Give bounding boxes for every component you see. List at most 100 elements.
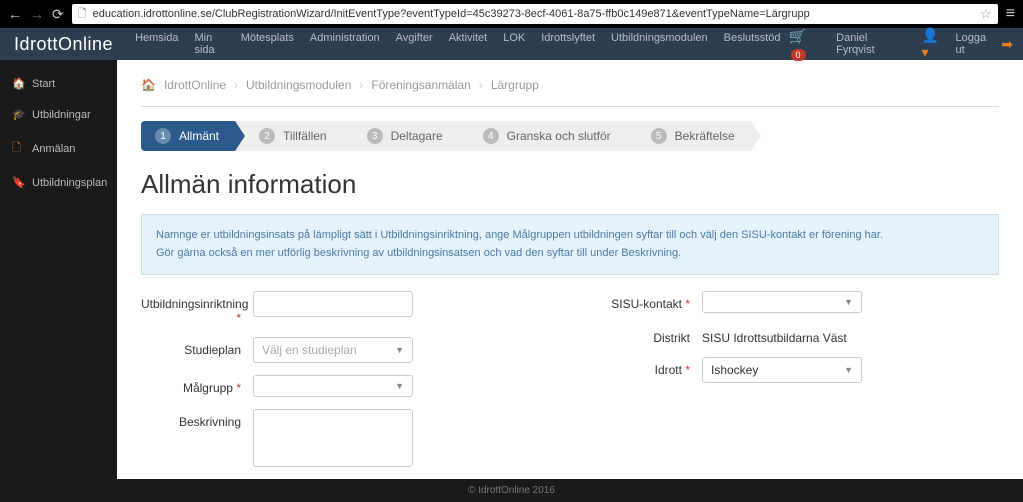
cart-badge: 0 — [791, 49, 806, 61]
topnav-administration[interactable]: Administration — [302, 23, 388, 65]
row-utbildningsinriktning: Utbildningsinriktning * — [141, 291, 550, 325]
step-granska[interactable]: 4 Granska och slutför — [459, 121, 627, 151]
step-label: Tillfällen — [283, 129, 327, 143]
logo[interactable]: IdrottOnline — [0, 34, 127, 55]
sidebar-item-anmalan[interactable]: 🗋 Anmälan — [0, 130, 117, 167]
row-beskrivning: Beskrivning — [141, 409, 550, 470]
breadcrumb-3[interactable]: Föreningsanmälan — [371, 78, 470, 92]
cart-icon: 🛒 — [789, 28, 806, 44]
chevron-down-icon: ▼ — [844, 365, 853, 375]
topnav-lok[interactable]: LOK — [495, 23, 533, 65]
label-distrikt: Distrikt — [590, 325, 690, 345]
select-placeholder: Välj en studieplan — [262, 343, 357, 357]
chevron-down-icon: ▼ — [395, 381, 404, 391]
breadcrumb-2[interactable]: Utbildningsmodulen — [246, 78, 351, 92]
sidebar-item-start[interactable]: 🏠 Start — [0, 68, 117, 99]
bookmark-star-icon[interactable]: ☆ — [980, 6, 992, 22]
chevron-down-icon: ▼ — [395, 345, 404, 355]
select-studieplan[interactable]: Välj en studieplan ▼ — [253, 337, 413, 363]
forward-button[interactable]: → — [30, 6, 44, 22]
row-studieplan: Studieplan Välj en studieplan ▼ — [141, 337, 550, 363]
row-malgrupp: Målgrupp * ▼ — [141, 375, 550, 397]
select-sisu[interactable]: ▼ — [702, 291, 862, 313]
info-line-2: Gör gärna också en mer utförlig beskrivn… — [156, 245, 984, 263]
form-right-column: SISU-kontakt * ▼ Distrikt SISU Idrottsut… — [590, 291, 999, 482]
form: Utbildningsinriktning * Studieplan Välj … — [141, 291, 999, 482]
breadcrumb: 🏠 IdrottOnline › Utbildningsmodulen › Fö… — [141, 78, 999, 107]
sidebar-item-utbildningsplan[interactable]: 🔖 Utbildningsplan — [0, 167, 117, 198]
topnav-aktivitet[interactable]: Aktivitet — [441, 23, 496, 65]
row-sisu: SISU-kontakt * ▼ — [590, 291, 999, 313]
topnav-hemsida[interactable]: Hemsida — [127, 23, 186, 65]
select-idrott[interactable]: Ishockey ▼ — [702, 357, 862, 383]
topnav-menu: Hemsida Min sida Mötesplats Administrati… — [127, 23, 788, 65]
required-marker: * — [236, 311, 241, 325]
step-deltagare[interactable]: 3 Deltagare — [343, 121, 459, 151]
sidebar-label: Utbildningar — [32, 109, 91, 121]
page-title: Allmän information — [141, 169, 999, 200]
step-number: 4 — [483, 128, 499, 144]
footer: © IdrottOnline 2016 — [0, 479, 1023, 502]
logout-icon: ➡ — [1001, 36, 1013, 53]
label-beskrivning: Beskrivning — [141, 409, 241, 429]
user-name[interactable]: Daniel Fyrqvist — [836, 32, 907, 56]
file-icon: 🗋 — [12, 139, 24, 158]
topnav-motesplats[interactable]: Mötesplats — [233, 23, 302, 65]
label-studieplan: Studieplan — [141, 337, 241, 357]
value-distrikt: SISU Idrottsutbildarna Väst — [702, 325, 847, 345]
url-bar[interactable]: 🗋 education.idrottonline.se/ClubRegistra… — [72, 4, 998, 24]
back-button[interactable]: ← — [8, 6, 22, 22]
logout-link[interactable]: Logga ut ➡ — [956, 32, 1013, 56]
browser-menu-icon[interactable]: ≡ — [1006, 5, 1015, 23]
logout-label: Logga ut — [956, 32, 998, 56]
step-tillfallen[interactable]: 2 Tillfällen — [235, 121, 343, 151]
breadcrumb-sep: › — [234, 78, 238, 92]
required-marker: * — [236, 381, 241, 395]
sidebar-item-utbildningar[interactable]: 🎓 Utbildningar — [0, 99, 117, 130]
page-icon: 🗋 — [78, 5, 87, 24]
home-icon: 🏠 — [12, 77, 24, 90]
wizard-steps: 1 Allmänt 2 Tillfällen 3 Deltagare 4 Gra… — [141, 121, 999, 151]
label-malgrupp: Målgrupp * — [141, 375, 241, 395]
breadcrumb-sep: › — [479, 78, 483, 92]
required-marker: * — [685, 297, 690, 311]
topnav-avgifter[interactable]: Avgifter — [388, 23, 441, 65]
step-allmant[interactable]: 1 Allmänt — [141, 121, 235, 151]
step-number: 3 — [367, 128, 383, 144]
step-number: 5 — [651, 128, 667, 144]
info-box: Namnge er utbildningsinsats på lämpligt … — [141, 214, 999, 275]
layout: 🏠 Start 🎓 Utbildningar 🗋 Anmälan 🔖 Utbil… — [0, 60, 1023, 502]
textarea-beskrivning[interactable] — [253, 409, 413, 467]
breadcrumb-1[interactable]: IdrottOnline — [164, 78, 226, 92]
topnav-idrottslyftet[interactable]: Idrottslyftet — [533, 23, 603, 65]
home-icon: 🏠 — [141, 78, 156, 92]
sidebar-label: Start — [32, 78, 55, 90]
breadcrumb-4: Lärgrupp — [491, 78, 539, 92]
reload-button[interactable]: ⟳ — [52, 6, 64, 23]
step-label: Granska och slutför — [507, 129, 611, 143]
input-utbildningsinriktning[interactable] — [253, 291, 413, 317]
label-sisu: SISU-kontakt * — [590, 291, 690, 311]
step-bekraftelse[interactable]: 5 Bekräftelse — [627, 121, 751, 151]
user-icon[interactable]: 👤▾ — [922, 27, 946, 61]
info-line-1: Namnge er utbildningsinsats på lämpligt … — [156, 227, 984, 245]
select-value: Ishockey — [711, 363, 758, 377]
topnav-utbildningsmodulen[interactable]: Utbildningsmodulen — [603, 23, 716, 65]
sidebar: 🏠 Start 🎓 Utbildningar 🗋 Anmälan 🔖 Utbil… — [0, 60, 117, 502]
required-marker: * — [685, 363, 690, 377]
form-left-column: Utbildningsinriktning * Studieplan Välj … — [141, 291, 550, 482]
book-icon: 🎓 — [12, 108, 24, 121]
label-idrott: Idrott * — [590, 357, 690, 377]
topnav: IdrottOnline Hemsida Min sida Mötesplats… — [0, 28, 1023, 60]
cart-button[interactable]: 🛒 0 — [789, 28, 827, 61]
select-malgrupp[interactable]: ▼ — [253, 375, 413, 397]
label-utbildningsinriktning: Utbildningsinriktning * — [141, 291, 241, 325]
chevron-down-icon: ▼ — [844, 297, 853, 307]
step-label: Bekräftelse — [675, 129, 735, 143]
step-label: Deltagare — [391, 129, 443, 143]
row-idrott: Idrott * Ishockey ▼ — [590, 357, 999, 383]
tag-icon: 🔖 — [12, 176, 24, 189]
step-label: Allmänt — [179, 129, 219, 143]
topnav-min-sida[interactable]: Min sida — [186, 23, 232, 65]
topnav-beslutsstod[interactable]: Beslutsstöd — [716, 23, 789, 65]
